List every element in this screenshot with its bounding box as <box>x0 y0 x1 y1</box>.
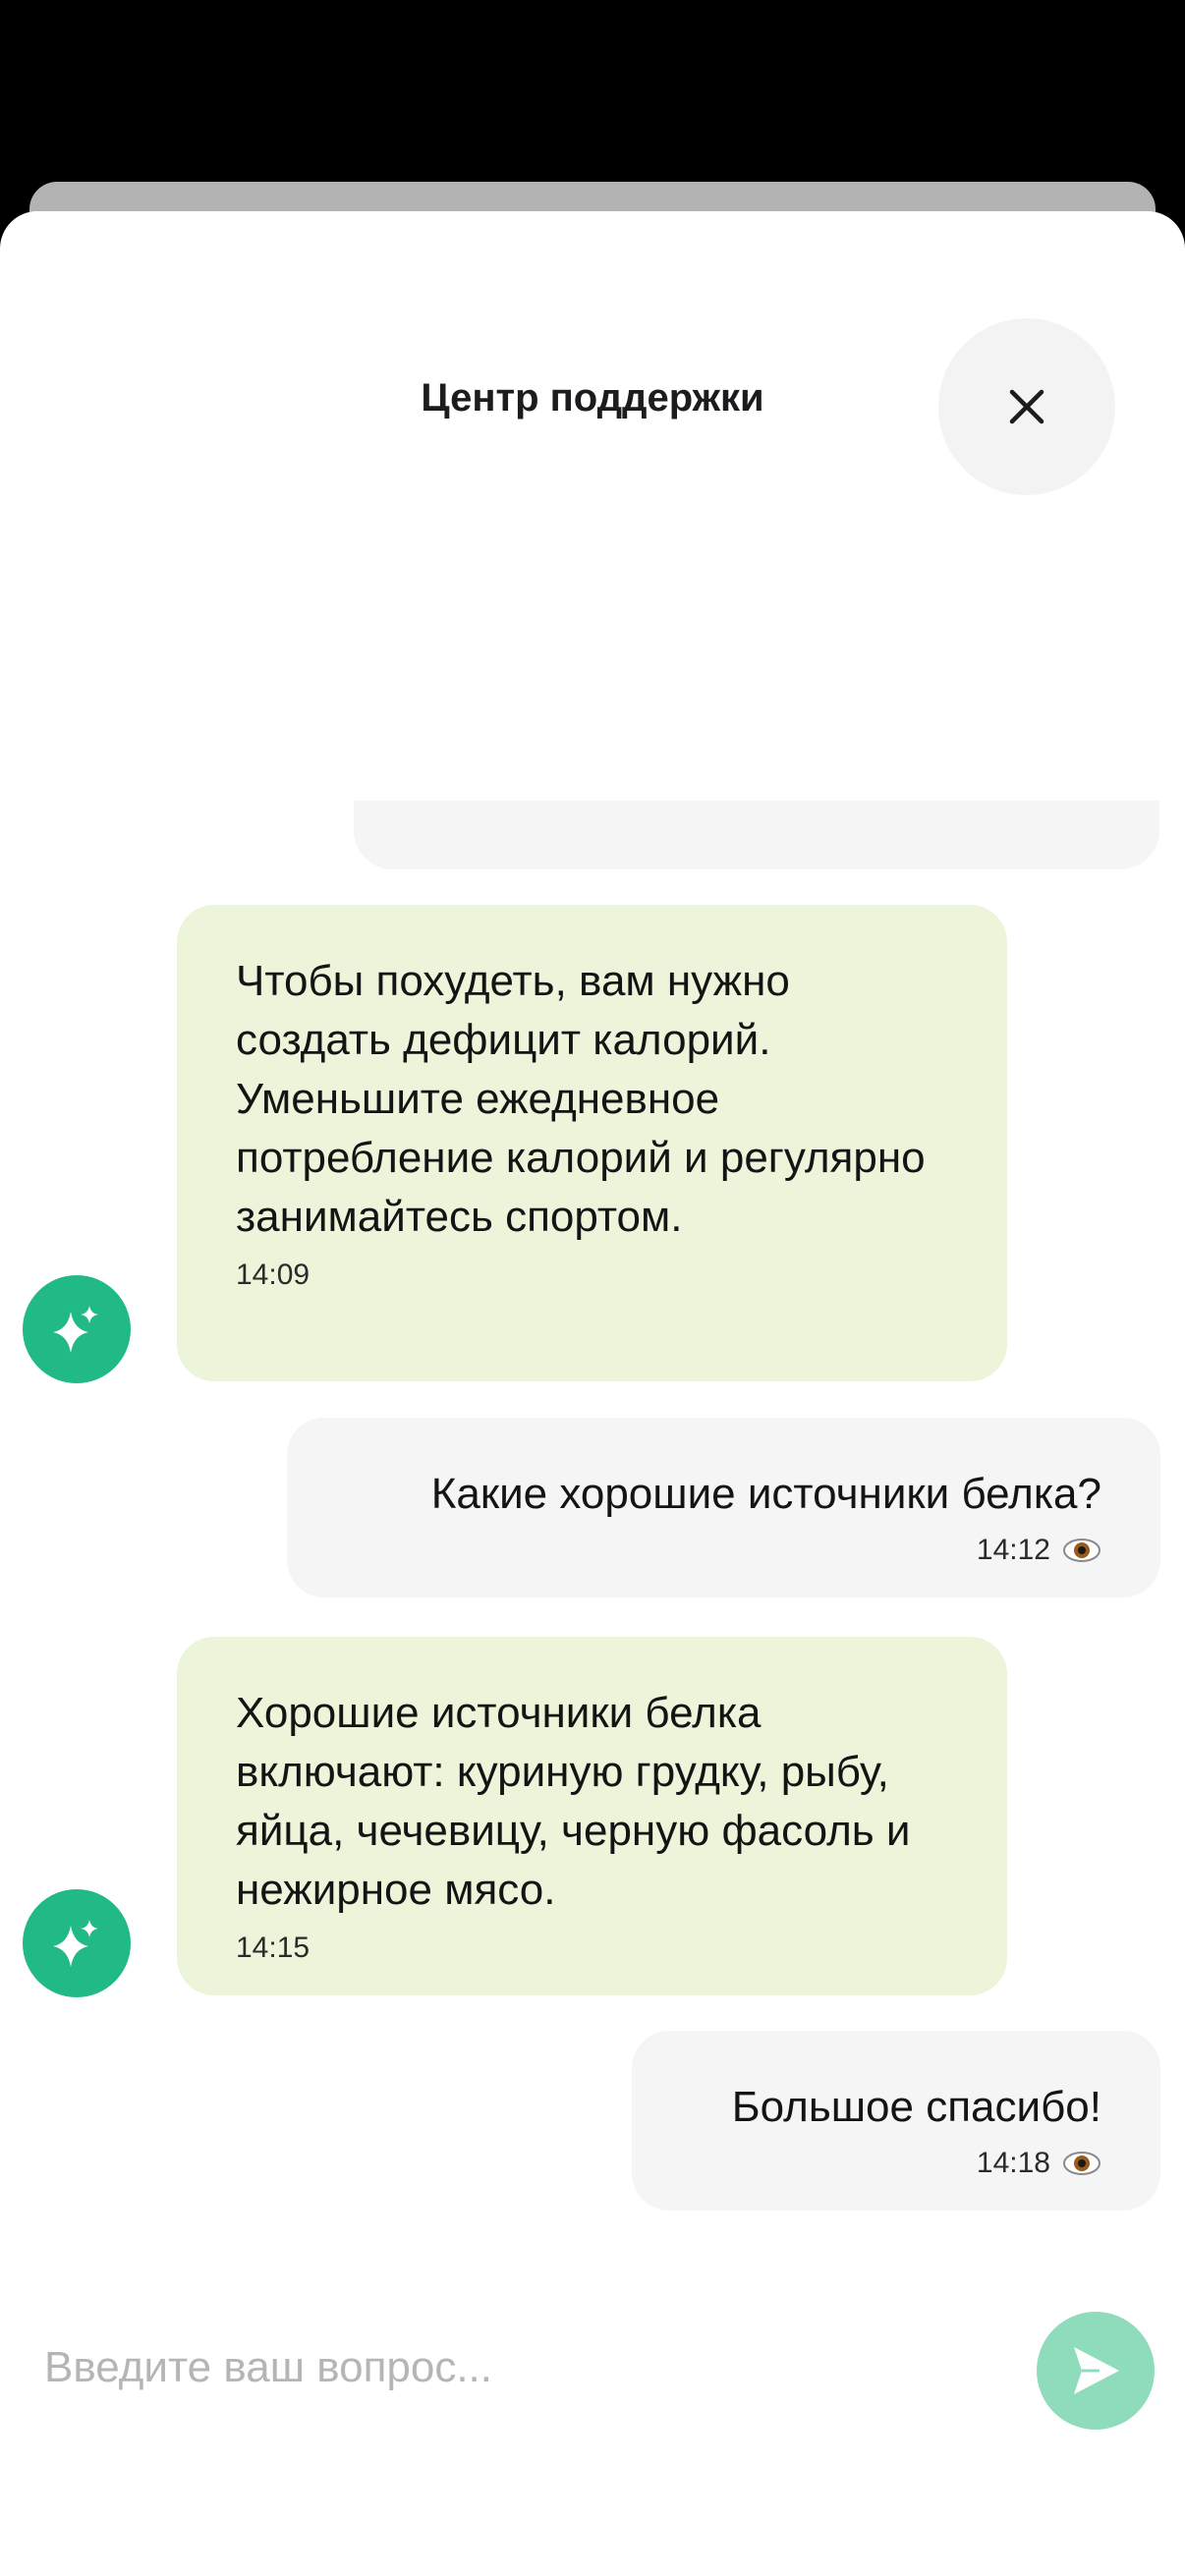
message-text: Хорошие источники белка включают: курину… <box>236 1689 911 1914</box>
close-icon <box>1009 389 1044 424</box>
message-time: 14:12 <box>976 1534 1050 1566</box>
eye-icon <box>1063 1539 1100 1562</box>
message-composer <box>0 2260 1185 2456</box>
send-button[interactable] <box>1037 2312 1155 2430</box>
message-text: Какие хорошие источники белка? <box>430 1470 1101 1518</box>
close-button[interactable] <box>938 318 1115 495</box>
send-icon <box>1074 2347 1119 2394</box>
support-chat-sheet: Центр поддержки Чтобы похудеть, вам нужн… <box>0 211 1185 2576</box>
message-text: Большое спасибо! <box>731 2083 1101 2131</box>
assistant-avatar <box>23 1889 131 1997</box>
message-time: 14:15 <box>236 1932 310 1964</box>
bot-message: Хорошие источники белка включают: курину… <box>177 1637 1007 1995</box>
previous-message-bubble <box>354 801 1159 869</box>
user-message: Какие хорошие источники белка? 14:12 <box>287 1418 1160 1597</box>
message-time: 14:18 <box>976 2147 1050 2179</box>
question-input[interactable] <box>44 2328 988 2407</box>
eye-icon <box>1063 2152 1100 2175</box>
message-time: 14:09 <box>236 1259 310 1291</box>
sparkles-icon <box>53 1306 98 1353</box>
sparkles-icon <box>53 1920 98 1967</box>
user-message: Большое спасибо! 14:18 <box>632 2031 1160 2211</box>
bot-message: Чтобы похудеть, вам нужно создать дефици… <box>177 905 1007 1381</box>
message-text: Чтобы похудеть, вам нужно создать дефици… <box>236 957 926 1241</box>
assistant-avatar <box>23 1275 131 1383</box>
